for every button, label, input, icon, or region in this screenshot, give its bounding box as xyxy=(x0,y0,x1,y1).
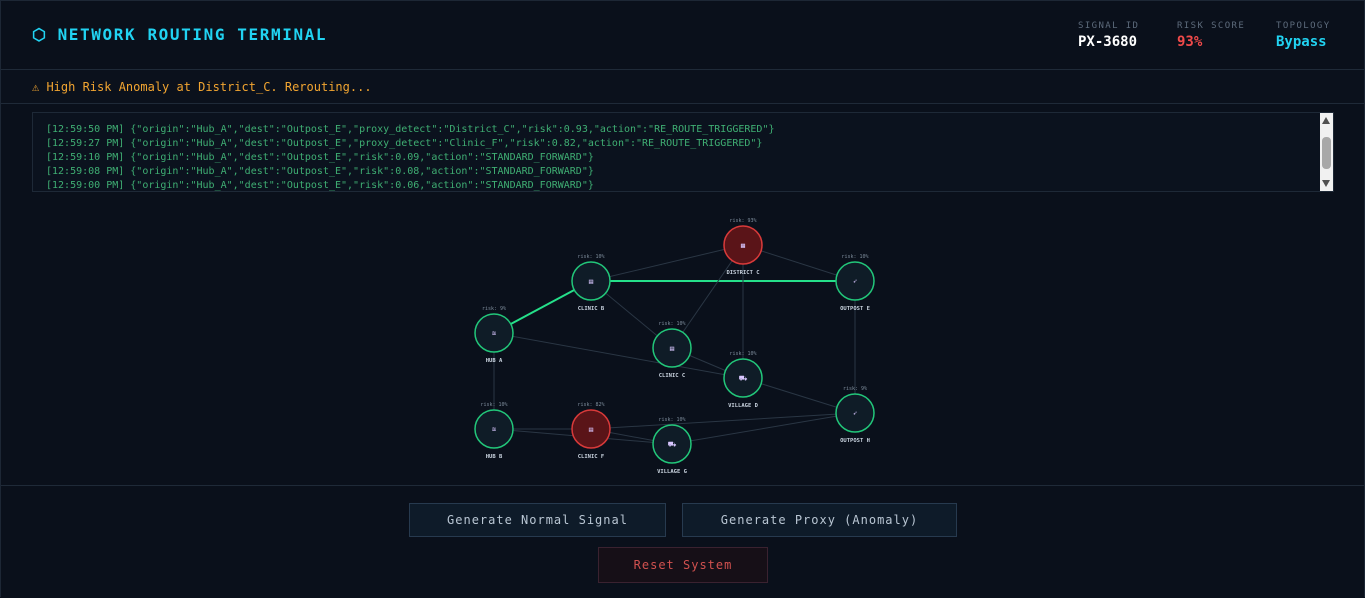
edge-clinic_f-outpost_h xyxy=(590,412,856,430)
network-graph: ≋risk: 9%HUB A▤risk: 10%CLINIC B▦risk: 9… xyxy=(474,218,875,475)
alert-bar: ⚠ High Risk Anomaly at District_C. Rerou… xyxy=(1,70,1364,104)
node-hub_b[interactable]: ≋ risk: 10% HUB B xyxy=(474,402,514,460)
stat-label: SIGNAL ID xyxy=(1078,21,1140,31)
node-name-label: VILLAGE D xyxy=(728,403,758,409)
graph-nodes: ≋risk: 9%HUB A▤risk: 10%CLINIC B▦risk: 9… xyxy=(474,218,875,475)
alert-text: ⚠ High Risk Anomaly at District_C. Rerou… xyxy=(32,80,372,94)
node-name-label: DISTRICT C xyxy=(726,270,759,276)
node-icon: ➶ xyxy=(853,278,857,286)
scroll-up-arrow-icon[interactable] xyxy=(1322,117,1330,124)
node-icon: ≋ xyxy=(492,426,496,434)
hexagon-icon: ⬡ xyxy=(32,25,48,44)
node-village_d[interactable]: ⛟ risk: 10% VILLAGE D xyxy=(723,351,763,409)
reset-system-button[interactable]: Reset System xyxy=(598,547,768,583)
node-risk-label: risk: 9% xyxy=(843,386,867,392)
app-title-text: NETWORK ROUTING TERMINAL xyxy=(57,25,328,44)
log-line: [12:59:00 PM] {"origin":"Hub_A","dest":"… xyxy=(46,180,594,191)
log-line: [12:59:10 PM] {"origin":"Hub_A","dest":"… xyxy=(46,152,594,163)
node-village_g[interactable]: ⛟ risk: 10% VILLAGE G xyxy=(652,417,692,475)
node-icon: ⛟ xyxy=(668,441,677,449)
scroll-thumb[interactable] xyxy=(1322,137,1331,169)
generate-normal-signal-button[interactable]: Generate Normal Signal xyxy=(409,503,666,537)
node-name-label: OUTPOST E xyxy=(840,306,870,312)
stat-label: RISK SCORE xyxy=(1177,21,1246,31)
edge-village_g-outpost_h xyxy=(671,412,856,445)
stat-signal-id: SIGNAL ID PX-3680 xyxy=(1078,21,1139,50)
node-clinic_f[interactable]: ▤ risk: 82% CLINIC F xyxy=(571,402,611,460)
node-icon: ≋ xyxy=(492,330,496,338)
node-risk-label: risk: 9% xyxy=(482,306,506,312)
node-icon: ▤ xyxy=(670,345,674,353)
node-clinic_b[interactable]: ▤ risk: 10% CLINIC B xyxy=(571,254,611,312)
node-risk-label: risk: 93% xyxy=(729,218,756,224)
log-line: [12:59:08 PM] {"origin":"Hub_A","dest":"… xyxy=(46,166,594,177)
log-line: [12:59:50 PM] {"origin":"Hub_A","dest":"… xyxy=(46,124,775,135)
header: ⬡ NETWORK ROUTING TERMINAL SIGNAL ID PX-3… xyxy=(1,1,1364,70)
node-outpost_h[interactable]: ➶ risk: 9% OUTPOST H xyxy=(835,386,875,444)
node-name-label: OUTPOST H xyxy=(840,438,870,444)
node-name-label: CLINIC C xyxy=(659,373,686,379)
edge-hub_a-village_d xyxy=(493,332,744,379)
stat-risk-score: RISK SCORE 93% xyxy=(1177,21,1245,50)
stat-topology: TOPOLOGY Bypass xyxy=(1276,21,1331,50)
stat-label: TOPOLOGY xyxy=(1276,21,1331,31)
node-risk-label: risk: 10% xyxy=(658,417,685,423)
node-name-label: HUB B xyxy=(486,454,503,460)
node-name-label: HUB A xyxy=(486,358,503,364)
signal-log[interactable]: [12:59:50 PM] {"origin":"Hub_A","dest":"… xyxy=(32,112,1334,192)
node-name-label: CLINIC B xyxy=(578,306,605,312)
node-risk-label: risk: 10% xyxy=(841,254,868,260)
node-icon: ▤ xyxy=(589,278,593,286)
edge-clinic_b-district_c xyxy=(590,244,744,282)
node-icon: ▤ xyxy=(589,426,593,434)
node-risk-label: risk: 82% xyxy=(577,402,604,408)
node-risk-label: risk: 10% xyxy=(658,321,685,327)
log-scrollbar[interactable] xyxy=(1320,113,1333,191)
scroll-down-arrow-icon[interactable] xyxy=(1322,180,1330,187)
log-lines: [12:59:50 PM] {"origin":"Hub_A","dest":"… xyxy=(46,123,775,191)
stat-value: 93% xyxy=(1177,34,1203,50)
generate-proxy-anomaly-button[interactable]: Generate Proxy (Anomaly) xyxy=(682,503,957,537)
stat-value: Bypass xyxy=(1276,34,1327,50)
node-name-label: CLINIC F xyxy=(578,454,605,460)
log-line: [12:59:27 PM] {"origin":"Hub_A","dest":"… xyxy=(46,138,763,149)
app-title: ⬡ NETWORK ROUTING TERMINAL xyxy=(32,25,327,44)
node-clinic_c[interactable]: ▤ risk: 10% CLINIC C xyxy=(652,321,692,379)
node-icon: ➶ xyxy=(853,410,857,418)
node-risk-label: risk: 10% xyxy=(480,402,507,408)
node-icon: ⛟ xyxy=(739,375,748,383)
node-risk-label: risk: 10% xyxy=(577,254,604,260)
bottom-divider xyxy=(1,485,1364,486)
node-risk-label: risk: 10% xyxy=(729,351,756,357)
stat-value: PX-3680 xyxy=(1078,34,1138,50)
node-name-label: VILLAGE G xyxy=(657,469,687,475)
